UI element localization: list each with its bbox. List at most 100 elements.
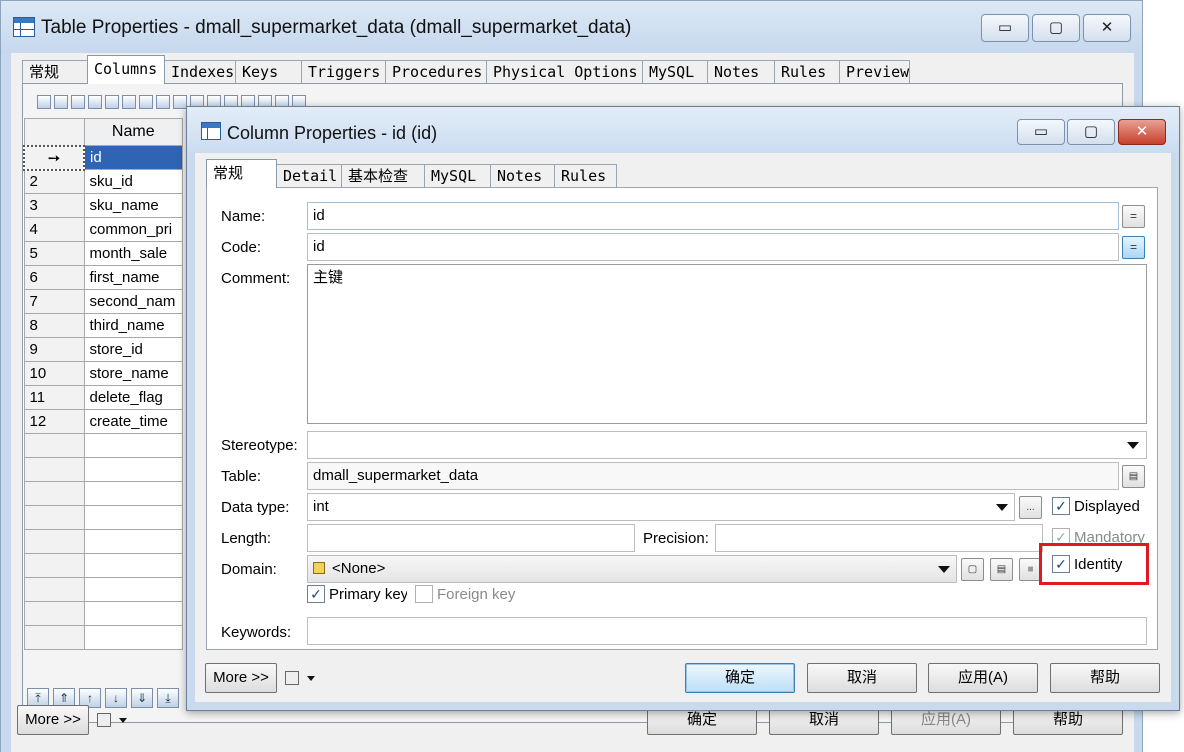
- outer-title-bar[interactable]: Table Properties - dmall_supermarket_dat…: [1, 1, 1142, 53]
- tab-general[interactable]: 常规: [206, 159, 277, 188]
- minimize-button[interactable]: ▭: [981, 14, 1029, 42]
- cancel-button[interactable]: 取消: [807, 663, 917, 693]
- name-column-header[interactable]: Name: [83, 118, 183, 146]
- empty-row[interactable]: [23, 481, 183, 506]
- new-domain-icon[interactable]: ▢: [961, 558, 984, 581]
- name-field[interactable]: id: [307, 202, 1119, 230]
- new-item-icon[interactable]: [139, 95, 153, 109]
- displayed-checkbox[interactable]: ✓ Displayed: [1052, 497, 1146, 515]
- tab-rules[interactable]: Rules: [774, 60, 840, 84]
- chevron-down-icon[interactable]: [1127, 442, 1139, 449]
- keywords-field[interactable]: [307, 617, 1147, 645]
- properties-icon[interactable]: [37, 95, 51, 109]
- empty-row[interactable]: [23, 457, 183, 482]
- move-page-down-icon[interactable]: ⇓: [131, 688, 153, 708]
- tab-columns[interactable]: Columns: [87, 55, 165, 84]
- table-row[interactable]: 12 create_time: [23, 409, 183, 434]
- tab-keys[interactable]: Keys: [235, 60, 302, 84]
- column-name-cell[interactable]: delete_flag: [83, 385, 183, 410]
- datatype-browse-button[interactable]: ...: [1019, 496, 1042, 519]
- column-name-cell[interactable]: common_pri: [83, 217, 183, 242]
- tab-basic-check[interactable]: 基本检查: [341, 164, 425, 188]
- move-bottom-icon[interactable]: ⤓: [157, 688, 179, 708]
- dialog-title-bar[interactable]: Column Properties - id (id) ▭ ▢ ✕: [187, 107, 1179, 153]
- foreign-key-checkbox[interactable]: Foreign key: [415, 585, 517, 603]
- identity-checkbox[interactable]: ✓ Identity: [1052, 555, 1132, 573]
- add-columns-icon[interactable]: [88, 95, 102, 109]
- empty-row[interactable]: [23, 433, 183, 458]
- column-name-cell[interactable]: store_id: [83, 337, 183, 362]
- tab-physical-options[interactable]: Physical Options: [486, 60, 643, 84]
- name-code-sync-button[interactable]: =: [1122, 205, 1145, 228]
- apply-button[interactable]: 应用(A): [928, 663, 1038, 693]
- tab-mysql[interactable]: MySQL: [642, 60, 708, 84]
- tab-triggers[interactable]: Triggers: [301, 60, 386, 84]
- code-sync-button[interactable]: =: [1122, 236, 1145, 259]
- column-name-cell[interactable]: store_name: [83, 361, 183, 386]
- column-name-cell[interactable]: third_name: [83, 313, 183, 338]
- table-row[interactable]: 5 month_sale: [23, 241, 183, 266]
- tab-mysql[interactable]: MySQL: [424, 164, 491, 188]
- tab-procedures[interactable]: Procedures: [385, 60, 487, 84]
- tab-preview[interactable]: Preview: [839, 60, 910, 84]
- add-domain-icon[interactable]: [105, 95, 119, 109]
- chevron-down-icon[interactable]: [996, 504, 1008, 511]
- chevron-down-icon[interactable]: [307, 676, 315, 681]
- table-row[interactable]: 4 common_pri: [23, 217, 183, 242]
- domain-properties-icon[interactable]: ▤: [990, 558, 1013, 581]
- column-name-cell[interactable]: create_time: [83, 409, 183, 434]
- table-row[interactable]: ➙ id: [23, 144, 183, 171]
- primary-key-checkbox[interactable]: ✓ Primary key: [307, 585, 407, 603]
- column-name-cell[interactable]: second_nam: [83, 289, 183, 314]
- help-button[interactable]: 帮助: [1050, 663, 1160, 693]
- tab-detail[interactable]: Detail: [276, 164, 342, 188]
- empty-row[interactable]: [23, 553, 183, 578]
- comment-textarea[interactable]: 主键: [307, 264, 1147, 424]
- table-properties-icon[interactable]: ▤: [1122, 465, 1145, 488]
- dialog-maximize-button[interactable]: ▢: [1067, 119, 1115, 145]
- ok-button[interactable]: 确定: [685, 663, 795, 693]
- copy-icon[interactable]: [173, 95, 187, 109]
- stereotype-select[interactable]: [307, 431, 1147, 459]
- column-name-cell[interactable]: sku_name: [83, 193, 183, 218]
- table-row[interactable]: 2 sku_id: [23, 169, 183, 194]
- code-field[interactable]: id: [307, 233, 1119, 261]
- table-row[interactable]: 6 first_name: [23, 265, 183, 290]
- close-button[interactable]: ✕: [1083, 14, 1131, 42]
- length-field[interactable]: [307, 524, 635, 552]
- column-name-cell[interactable]: sku_id: [83, 169, 183, 194]
- more-button[interactable]: More >>: [205, 663, 277, 693]
- chevron-down-icon[interactable]: [119, 718, 127, 723]
- add-row-icon[interactable]: [54, 95, 68, 109]
- tab-notes[interactable]: Notes: [707, 60, 775, 84]
- empty-row[interactable]: [23, 601, 183, 626]
- more-button[interactable]: More >>: [17, 705, 89, 735]
- empty-row[interactable]: [23, 505, 183, 530]
- print-menu-icon[interactable]: [285, 671, 299, 685]
- column-name-cell[interactable]: month_sale: [83, 241, 183, 266]
- table-row[interactable]: 8 third_name: [23, 313, 183, 338]
- move-down-icon[interactable]: ↓: [105, 688, 127, 708]
- table-row[interactable]: 7 second_nam: [23, 289, 183, 314]
- cut-icon[interactable]: [156, 95, 170, 109]
- dialog-close-button[interactable]: ✕: [1118, 119, 1166, 145]
- print-menu-icon[interactable]: [97, 713, 111, 727]
- table-row[interactable]: 9 store_id: [23, 337, 183, 362]
- domain-select[interactable]: <None>: [307, 555, 957, 583]
- table-row[interactable]: 3 sku_name: [23, 193, 183, 218]
- precision-field[interactable]: [715, 524, 1043, 552]
- empty-row[interactable]: [23, 625, 183, 650]
- empty-row[interactable]: [23, 577, 183, 602]
- datatype-select[interactable]: int: [307, 493, 1015, 521]
- column-name-cell[interactable]: id: [83, 145, 183, 170]
- table-row[interactable]: 11 delete_flag: [23, 385, 183, 410]
- maximize-button[interactable]: ▢: [1032, 14, 1080, 42]
- tab-indexes[interactable]: Indexes: [164, 60, 236, 84]
- table-row[interactable]: 10 store_name: [23, 361, 183, 386]
- attribute-icon[interactable]: [122, 95, 136, 109]
- insert-row-icon[interactable]: [71, 95, 85, 109]
- dialog-minimize-button[interactable]: ▭: [1017, 119, 1065, 145]
- tab-notes[interactable]: Notes: [490, 164, 555, 188]
- column-name-cell[interactable]: first_name: [83, 265, 183, 290]
- chevron-down-icon[interactable]: [938, 566, 950, 573]
